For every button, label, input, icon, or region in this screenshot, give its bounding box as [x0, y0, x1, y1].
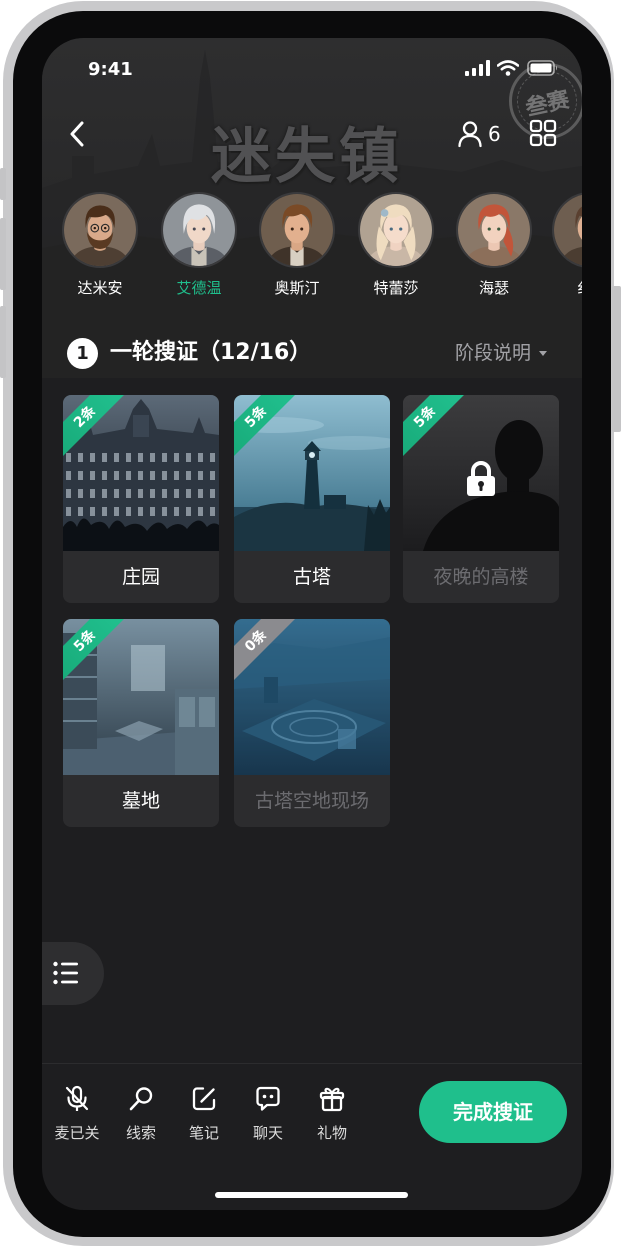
game-title-art: 迷失镇	[211, 122, 403, 192]
scene-image: 2条	[63, 395, 219, 551]
lock-icon	[467, 461, 495, 496]
player-name: 奥斯汀	[274, 279, 320, 297]
stage-help-label: 阶段说明	[455, 342, 532, 364]
mic-label: 麦已关	[54, 1124, 100, 1142]
scene-image: 5条	[234, 395, 390, 551]
chat-button[interactable]: 聊天	[236, 1084, 300, 1143]
player-count-button[interactable]: 6	[457, 118, 501, 150]
screen: 迷失镇 叁赛 9:41 6 达米安 艾德温 奥斯汀 特蕾莎 海瑟 1 一轮搜证（…	[42, 38, 582, 1210]
scene-name: 古塔	[292, 566, 331, 588]
player-heather[interactable]: 海瑟	[456, 192, 532, 298]
clues-button[interactable]: 线索	[109, 1084, 173, 1143]
mic-toggle-button[interactable]: 麦已关	[45, 1084, 109, 1143]
player-name: 海瑟	[478, 279, 509, 297]
player-partial[interactable]: 纟	[552, 192, 582, 298]
avatar	[62, 192, 138, 268]
scene-name: 夜晚的高楼	[433, 566, 529, 588]
player-name: 艾德温	[176, 279, 222, 297]
mic-off-icon	[65, 1085, 89, 1111]
chevron-left-icon	[70, 121, 84, 147]
scene-card-tower-clearing[interactable]: 0条 古塔空地现场	[234, 619, 390, 827]
side-button	[0, 218, 6, 290]
avatar	[358, 192, 434, 268]
battery-icon	[527, 60, 557, 76]
edit-icon	[192, 1087, 216, 1111]
gift-label: 礼物	[316, 1124, 347, 1142]
scene-card-cemetery[interactable]: 5条 墓地	[63, 619, 219, 827]
gift-icon	[319, 1087, 345, 1112]
scene-image: 5条	[63, 619, 219, 775]
player-name: 纟	[552, 278, 582, 298]
side-button	[612, 286, 621, 432]
list-icon	[53, 961, 78, 985]
back-button[interactable]	[64, 118, 94, 150]
round-title: 一轮搜证（12/16）	[110, 340, 312, 365]
avatar	[456, 192, 532, 268]
person-icon	[458, 121, 482, 148]
signal-icon	[465, 60, 490, 76]
player-austin[interactable]: 奥斯汀	[259, 192, 335, 298]
player-name: 达米安	[77, 279, 123, 297]
chat-icon	[256, 1086, 280, 1111]
scene-card-tower[interactable]: 5条 古塔	[234, 395, 390, 603]
wifi-icon	[497, 60, 519, 76]
grid-icon	[529, 119, 557, 147]
clues-label: 线索	[125, 1124, 156, 1142]
round-number-badge: 1	[67, 338, 98, 369]
menu-grid-button[interactable]	[528, 118, 558, 148]
side-button	[0, 306, 6, 378]
side-button	[0, 168, 6, 200]
notes-button[interactable]: 笔记	[172, 1084, 236, 1143]
avatar	[161, 192, 237, 268]
scene-image: 5条	[403, 395, 559, 551]
status-time: 9:41	[88, 59, 133, 80]
avatar	[259, 192, 335, 268]
scene-name: 庄园	[121, 566, 160, 588]
scene-name: 墓地	[121, 790, 160, 812]
player-teresa[interactable]: 特蕾莎	[358, 192, 434, 298]
home-indicator[interactable]	[215, 1192, 408, 1198]
toolbar-divider	[42, 1063, 582, 1064]
caret-down-icon	[539, 351, 548, 356]
floating-menu-button[interactable]	[42, 942, 104, 1005]
scene-card-manor[interactable]: 2条 庄园	[63, 395, 219, 603]
player-count: 6	[488, 122, 501, 146]
chat-label: 聊天	[252, 1124, 283, 1142]
magnifier-icon	[129, 1087, 153, 1111]
gift-button[interactable]: 礼物	[300, 1084, 364, 1143]
scene-name: 古塔空地现场	[254, 790, 369, 812]
scene-card-night-building[interactable]: 5条 夜晚的高楼	[403, 395, 559, 603]
player-name: 特蕾莎	[373, 279, 419, 297]
finish-search-button[interactable]: 完成搜证	[419, 1081, 567, 1143]
player-edwin[interactable]: 艾德温	[161, 192, 237, 298]
scene-image: 0条	[234, 619, 390, 775]
player-damian[interactable]: 达米安	[62, 192, 138, 298]
notes-label: 笔记	[188, 1124, 219, 1142]
stage-help-button[interactable]: 阶段说明	[455, 339, 551, 367]
avatar	[552, 192, 582, 268]
